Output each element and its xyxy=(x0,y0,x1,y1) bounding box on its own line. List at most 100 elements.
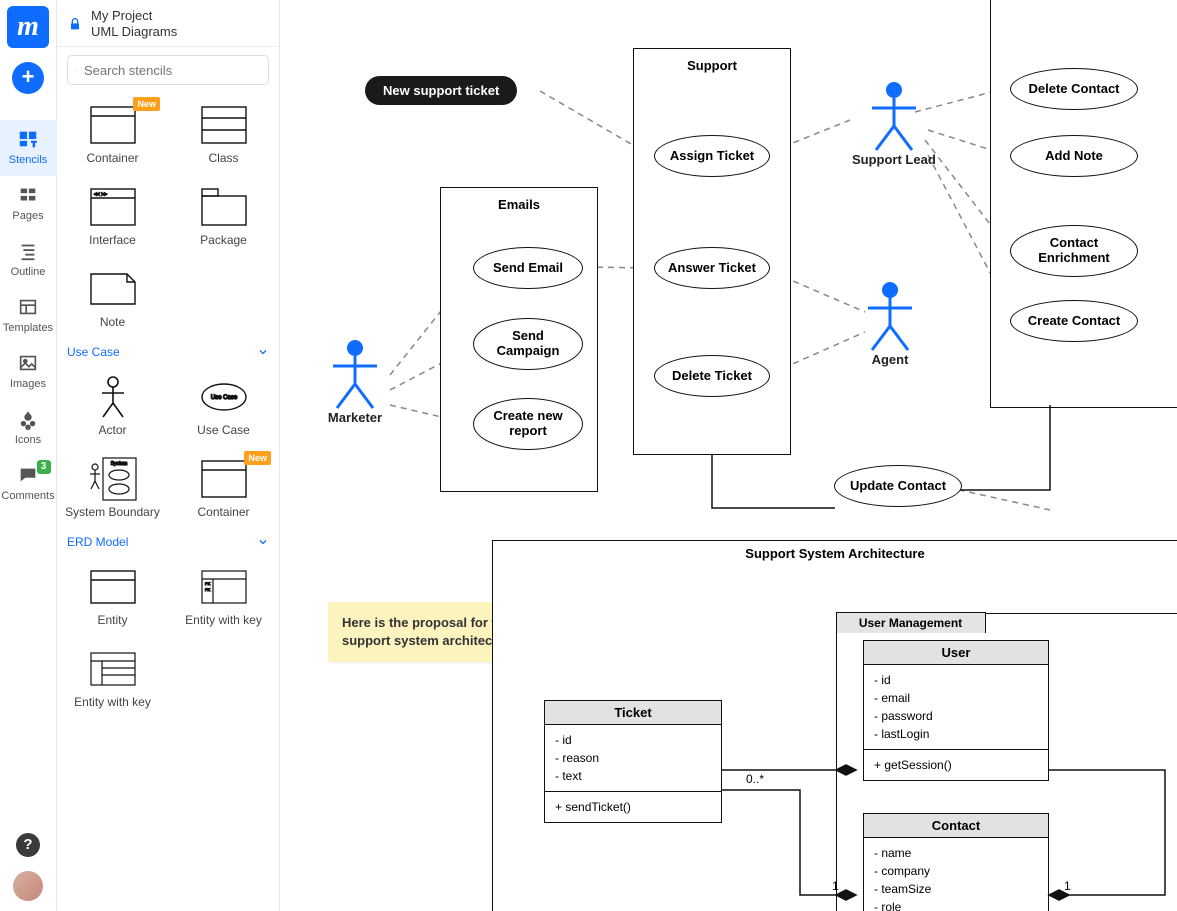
images-icon xyxy=(17,352,39,374)
stencil-label: Package xyxy=(200,233,247,247)
stencil-container-2[interactable]: New Container xyxy=(168,447,279,529)
rail-label: Outline xyxy=(11,266,46,278)
multiplicity: 1 xyxy=(1064,880,1071,892)
system-right[interactable] xyxy=(990,0,1177,408)
stencil-label: Container xyxy=(86,151,138,165)
oval-answer-ticket[interactable]: Answer Ticket xyxy=(654,247,770,289)
stencil-label: Actor xyxy=(98,423,126,437)
oval-delete-ticket[interactable]: Delete Ticket xyxy=(654,355,770,397)
project-sub: UML Diagrams xyxy=(91,24,177,40)
class-name: Contact xyxy=(864,814,1048,838)
rail-item-pages[interactable]: Pages xyxy=(0,176,57,232)
comment-pill[interactable]: New support ticket xyxy=(365,76,517,105)
stencil-entity-key-2[interactable]: Entity with key xyxy=(57,637,168,719)
chevron-down-icon xyxy=(257,346,269,358)
stencil-interface[interactable]: << >> Interface xyxy=(57,175,168,257)
project-breadcrumb[interactable]: My Project UML Diagrams xyxy=(57,0,279,47)
icons-icon xyxy=(17,408,39,430)
search-input[interactable] xyxy=(84,63,260,78)
svg-text:PK: PK xyxy=(205,581,211,586)
oval-add-note[interactable]: Add Note xyxy=(1010,135,1138,177)
stencil-label: Entity xyxy=(97,613,127,627)
rail-item-comments[interactable]: 3 Comments xyxy=(0,456,57,512)
multiplicity: 1 xyxy=(832,880,839,892)
stencil-label: System Boundary xyxy=(65,505,160,519)
oval-send-campaign[interactable]: Send Campaign xyxy=(473,318,583,370)
help-button[interactable]: ? xyxy=(16,833,40,857)
actor-label: Support Lead xyxy=(852,152,936,168)
actor-label: Marketer xyxy=(328,410,382,426)
app-logo[interactable]: m xyxy=(7,6,49,48)
stencil-class[interactable]: Class xyxy=(168,93,279,175)
stencils-icon: T xyxy=(17,128,39,150)
svg-text:FK: FK xyxy=(205,587,210,592)
stencil-usecase[interactable]: Use Case Use Case xyxy=(168,365,279,447)
svg-text:Use Case: Use Case xyxy=(210,395,237,401)
rail-item-images[interactable]: Images xyxy=(0,344,57,400)
stencil-label: Interface xyxy=(89,233,136,247)
rail-label: Stencils xyxy=(9,154,48,166)
pages-icon xyxy=(17,184,39,206)
actor-marketer[interactable]: Marketer xyxy=(325,338,385,426)
system-title: Emails xyxy=(441,188,597,215)
stencil-entity-key[interactable]: PKFK Entity with key xyxy=(168,555,279,637)
rail-item-templates[interactable]: Templates xyxy=(0,288,57,344)
new-tag: New xyxy=(244,451,271,465)
stencil-entity[interactable]: Entity xyxy=(57,555,168,637)
rail-item-outline[interactable]: Outline xyxy=(0,232,57,288)
actor-agent[interactable]: Agent xyxy=(860,280,920,368)
class-name: Ticket xyxy=(545,701,721,725)
oval-create-contact[interactable]: Create Contact xyxy=(1010,300,1138,342)
class-contact[interactable]: Contact - name - company - teamSize - ro… xyxy=(863,813,1049,911)
class-user[interactable]: User - id - email - password - lastLogin… xyxy=(863,640,1049,781)
oval-assign-ticket[interactable]: Assign Ticket xyxy=(654,135,770,177)
stencil-container[interactable]: New Container xyxy=(57,93,168,175)
frame-title: Support System Architecture xyxy=(493,541,1177,566)
outline-icon xyxy=(17,240,39,262)
stencil-system-boundary[interactable]: System System Boundary xyxy=(57,447,168,529)
oval-contact-enrichment[interactable]: Contact Enrichment xyxy=(1010,225,1138,277)
class-attrs: - id - email - password - lastLogin xyxy=(864,665,1048,750)
search-field[interactable] xyxy=(67,55,269,85)
rail-item-stencils[interactable]: T Stencils xyxy=(0,120,57,176)
section-label: Use Case xyxy=(67,345,120,359)
frame-tab: User Management xyxy=(836,612,986,633)
rail-label: Pages xyxy=(12,210,43,222)
stencil-label: Entity with key xyxy=(74,695,151,709)
rail-label: Templates xyxy=(3,322,53,334)
comments-badge: 3 xyxy=(37,460,51,474)
multiplicity: 0..* xyxy=(746,773,764,785)
oval-update-contact[interactable]: Update Contact xyxy=(834,465,962,507)
oval-delete-contact[interactable]: Delete Contact xyxy=(1010,68,1138,110)
stencil-label: Class xyxy=(208,151,238,165)
stencil-actor[interactable]: Actor xyxy=(57,365,168,447)
section-use-case[interactable]: Use Case xyxy=(57,339,279,365)
chevron-down-icon xyxy=(257,536,269,548)
stencil-label: Container xyxy=(197,505,249,519)
oval-send-email[interactable]: Send Email xyxy=(473,247,583,289)
section-erd[interactable]: ERD Model xyxy=(57,529,279,555)
stencil-package[interactable]: Package xyxy=(168,175,279,257)
stencil-list[interactable]: New Container Class << >> Interface Pack… xyxy=(57,93,279,911)
stencil-label: Use Case xyxy=(197,423,250,437)
left-rail: m + T Stencils Pages Outline Templates I… xyxy=(0,0,57,911)
comments-icon xyxy=(17,464,39,486)
add-button[interactable]: + xyxy=(12,62,44,94)
lock-icon xyxy=(67,16,83,32)
class-ops: + sendTicket() xyxy=(545,792,721,822)
user-avatar[interactable] xyxy=(13,871,43,901)
svg-text:System: System xyxy=(110,461,127,467)
templates-icon xyxy=(17,296,39,318)
system-title: Support xyxy=(634,49,790,76)
rail-item-icons[interactable]: Icons xyxy=(0,400,57,456)
class-ops: + getSession() xyxy=(864,750,1048,780)
stencil-note[interactable]: Note xyxy=(57,257,168,339)
svg-text:T: T xyxy=(32,139,37,148)
canvas[interactable]: New support ticket Marketer Support Lead… xyxy=(280,0,1177,911)
rail-label: Comments xyxy=(1,490,54,502)
oval-create-report[interactable]: Create new report xyxy=(473,398,583,450)
class-ticket[interactable]: Ticket - id - reason - text + sendTicket… xyxy=(544,700,722,823)
stencil-label: Entity with key xyxy=(185,613,262,627)
actor-support-lead[interactable]: Support Lead xyxy=(852,80,936,168)
search-icon xyxy=(76,63,78,77)
